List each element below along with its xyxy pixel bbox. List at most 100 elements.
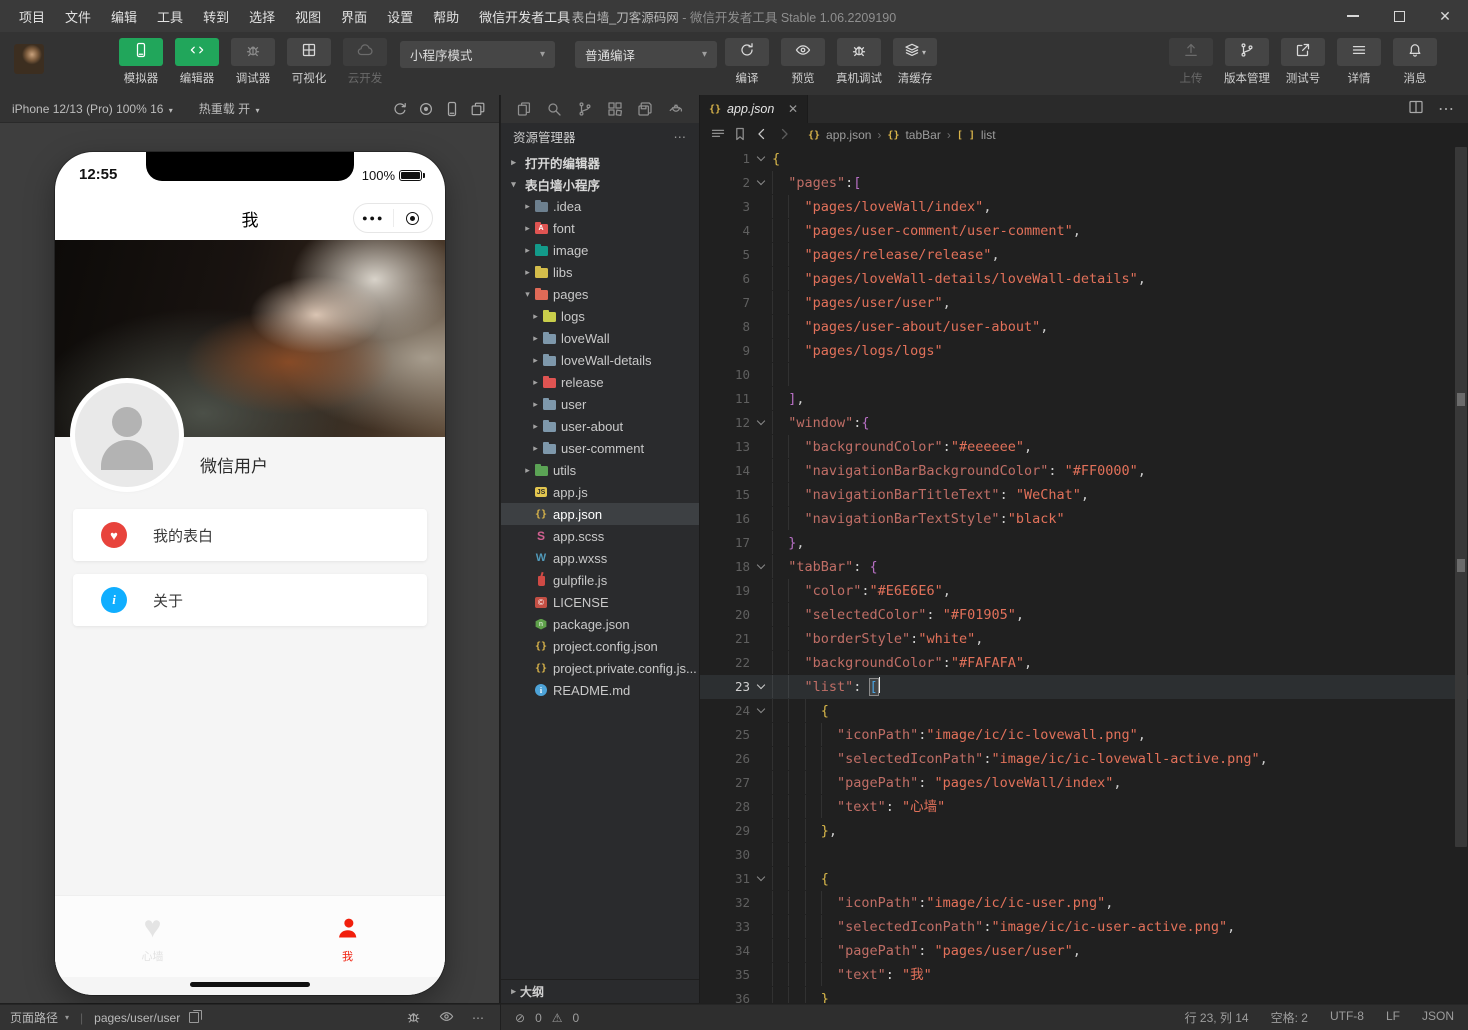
copy-icon[interactable] bbox=[189, 1012, 199, 1023]
page-path-label[interactable]: 页面路径 bbox=[10, 1009, 58, 1026]
toolbar-external-button[interactable]: 测试号 bbox=[1280, 38, 1326, 86]
toolbar-bell-button[interactable]: 消息 bbox=[1392, 38, 1438, 86]
sim-rotate-button[interactable] bbox=[387, 101, 413, 117]
toolbar-refresh-action[interactable]: 编译 bbox=[724, 38, 770, 86]
code-line-23[interactable]: 23"list": [ bbox=[700, 675, 1468, 699]
menu-item-5[interactable]: 选择 bbox=[240, 3, 284, 30]
breadcrumb-item[interactable]: app.json bbox=[826, 128, 871, 142]
fold-chevron-icon[interactable] bbox=[757, 153, 765, 161]
code-line-30[interactable]: 30 bbox=[700, 843, 1468, 867]
code-line-19[interactable]: 19"color":"#E6E6E6", bbox=[700, 579, 1468, 603]
code-line-22[interactable]: 22"backgroundColor":"#FAFAFA", bbox=[700, 651, 1468, 675]
code-line-7[interactable]: 7"pages/user/user", bbox=[700, 291, 1468, 315]
tree-item-app.wxss[interactable]: Wapp.wxss bbox=[501, 547, 699, 569]
toolbar-layers-action[interactable]: ▾清缓存 bbox=[892, 38, 938, 86]
code-line-13[interactable]: 13"backgroundColor":"#eeeeee", bbox=[700, 435, 1468, 459]
menu-item-my-confession[interactable]: ♥ 我的表白 bbox=[73, 509, 427, 561]
tree-item-README.md[interactable]: iREADME.md bbox=[501, 679, 699, 701]
cursor-position[interactable]: 行 23, 列 14 bbox=[1185, 1009, 1249, 1026]
sim-record-button[interactable] bbox=[413, 101, 439, 117]
tree-item-project.config.json[interactable]: {}project.config.json bbox=[501, 635, 699, 657]
eye-icon[interactable] bbox=[439, 1009, 454, 1027]
menu-item-1[interactable]: 文件 bbox=[56, 3, 100, 30]
menu-item-about[interactable]: i 关于 bbox=[73, 574, 427, 626]
nav-back-icon[interactable] bbox=[754, 126, 770, 145]
close-icon[interactable]: ✕ bbox=[788, 102, 798, 116]
code-line-35[interactable]: 35"text": "我" bbox=[700, 963, 1468, 987]
errors-icon[interactable]: ⊘ bbox=[515, 1011, 525, 1025]
tree-item-user-about[interactable]: ▸user-about bbox=[501, 415, 699, 437]
language-mode[interactable]: JSON bbox=[1422, 1009, 1454, 1026]
outline-menu-icon[interactable] bbox=[710, 126, 726, 145]
toolbar-cloud-button[interactable]: 云开发 bbox=[342, 38, 388, 86]
code-line-11[interactable]: 11], bbox=[700, 387, 1468, 411]
tree-item-user-comment[interactable]: ▸user-comment bbox=[501, 437, 699, 459]
tree-item-user[interactable]: ▸user bbox=[501, 393, 699, 415]
tree-item-package.json[interactable]: npackage.json bbox=[501, 613, 699, 635]
strip-teapot-icon[interactable] bbox=[668, 101, 684, 117]
toolbar-eye-action[interactable]: 预览 bbox=[780, 38, 826, 86]
code-line-8[interactable]: 8"pages/user-about/user-about", bbox=[700, 315, 1468, 339]
tree-item-[interactable]: ▾表白墙小程序 bbox=[501, 173, 699, 195]
tree-item-loveWall[interactable]: ▸loveWall bbox=[501, 327, 699, 349]
outline-section[interactable]: ▸ 大纲 bbox=[501, 979, 699, 1003]
toolbar-bug-action[interactable]: 真机调试 bbox=[836, 38, 882, 86]
bookmark-icon[interactable] bbox=[732, 126, 748, 145]
debug-icon[interactable] bbox=[406, 1009, 421, 1027]
menu-item-2[interactable]: 编辑 bbox=[102, 3, 146, 30]
code-line-33[interactable]: 33"selectedIconPath":"image/ic/ic-user-a… bbox=[700, 915, 1468, 939]
fold-chevron-icon[interactable] bbox=[757, 681, 765, 689]
code-line-14[interactable]: 14"navigationBarBackgroundColor": "#FF00… bbox=[700, 459, 1468, 483]
code-line-24[interactable]: 24{ bbox=[700, 699, 1468, 723]
menu-item-7[interactable]: 界面 bbox=[332, 3, 376, 30]
code-line-15[interactable]: 15"navigationBarTitleText": "WeChat", bbox=[700, 483, 1468, 507]
tab-app-json[interactable]: {} app.json ✕ bbox=[700, 95, 808, 123]
tree-item-[interactable]: ▸打开的编辑器 bbox=[501, 151, 699, 173]
breadcrumb-item[interactable]: list bbox=[981, 128, 996, 142]
toolbar-upload-button[interactable]: 上传 bbox=[1168, 38, 1214, 86]
toolbar-grid-button[interactable]: 可视化 bbox=[286, 38, 332, 86]
strip-blocks-icon[interactable] bbox=[607, 101, 623, 117]
compile-select[interactable]: 普通编译▾ bbox=[575, 41, 717, 68]
code-line-12[interactable]: 12"window":{ bbox=[700, 411, 1468, 435]
tab-me[interactable]: 我 bbox=[250, 896, 445, 977]
code-line-5[interactable]: 5"pages/release/release", bbox=[700, 243, 1468, 267]
tree-item-release[interactable]: ▸release bbox=[501, 371, 699, 393]
code-line-1[interactable]: 1{ bbox=[700, 147, 1468, 171]
code-line-25[interactable]: 25"iconPath":"image/ic/ic-lovewall.png", bbox=[700, 723, 1468, 747]
menu-item-3[interactable]: 工具 bbox=[148, 3, 192, 30]
exit-target-icon[interactable] bbox=[394, 212, 433, 225]
nav-forward-icon[interactable] bbox=[776, 126, 792, 145]
code-line-18[interactable]: 18"tabBar": { bbox=[700, 555, 1468, 579]
code-line-16[interactable]: 16"navigationBarTextStyle":"black" bbox=[700, 507, 1468, 531]
tree-item-loveWall-details[interactable]: ▸loveWall-details bbox=[501, 349, 699, 371]
menu-item-8[interactable]: 设置 bbox=[378, 3, 422, 30]
menu-item-10[interactable]: 微信开发者工具 bbox=[470, 3, 579, 30]
maximize-button[interactable] bbox=[1376, 0, 1422, 32]
code-line-32[interactable]: 32"iconPath":"image/ic/ic-user.png", bbox=[700, 891, 1468, 915]
warnings-count[interactable]: 0 bbox=[573, 1011, 580, 1025]
device-select[interactable]: iPhone 12/13 (Pro) 100% 16 ▾ bbox=[0, 102, 173, 116]
tree-item-image[interactable]: ▸image bbox=[501, 239, 699, 261]
encoding[interactable]: UTF-8 bbox=[1330, 1009, 1364, 1026]
breadcrumb-item[interactable]: tabBar bbox=[905, 128, 940, 142]
strip-branch-icon[interactable] bbox=[577, 101, 593, 117]
tree-item-app.json[interactable]: {}app.json bbox=[501, 503, 699, 525]
tree-item-app.js[interactable]: JSapp.js bbox=[501, 481, 699, 503]
code-line-3[interactable]: 3"pages/loveWall/index", bbox=[700, 195, 1468, 219]
toolbar-bug-button[interactable]: 调试器 bbox=[230, 38, 276, 86]
tab-heart-wall[interactable]: ♥ 心墙 bbox=[55, 896, 250, 977]
strip-search-icon[interactable] bbox=[546, 101, 562, 117]
code-line-17[interactable]: 17}, bbox=[700, 531, 1468, 555]
tree-item-utils[interactable]: ▸utils bbox=[501, 459, 699, 481]
menu-item-9[interactable]: 帮助 bbox=[424, 3, 468, 30]
tree-item-logs[interactable]: ▸logs bbox=[501, 305, 699, 327]
menu-item-4[interactable]: 转到 bbox=[194, 3, 238, 30]
tree-item-libs[interactable]: ▸libs bbox=[501, 261, 699, 283]
toolbar-code-button[interactable]: 编辑器 bbox=[174, 38, 220, 86]
tree-item-LICENSE[interactable]: ©LICENSE bbox=[501, 591, 699, 613]
fold-chevron-icon[interactable] bbox=[757, 873, 765, 881]
fold-chevron-icon[interactable] bbox=[757, 417, 765, 425]
indent-setting[interactable]: 空格: 2 bbox=[1271, 1009, 1308, 1026]
code-line-21[interactable]: 21"borderStyle":"white", bbox=[700, 627, 1468, 651]
